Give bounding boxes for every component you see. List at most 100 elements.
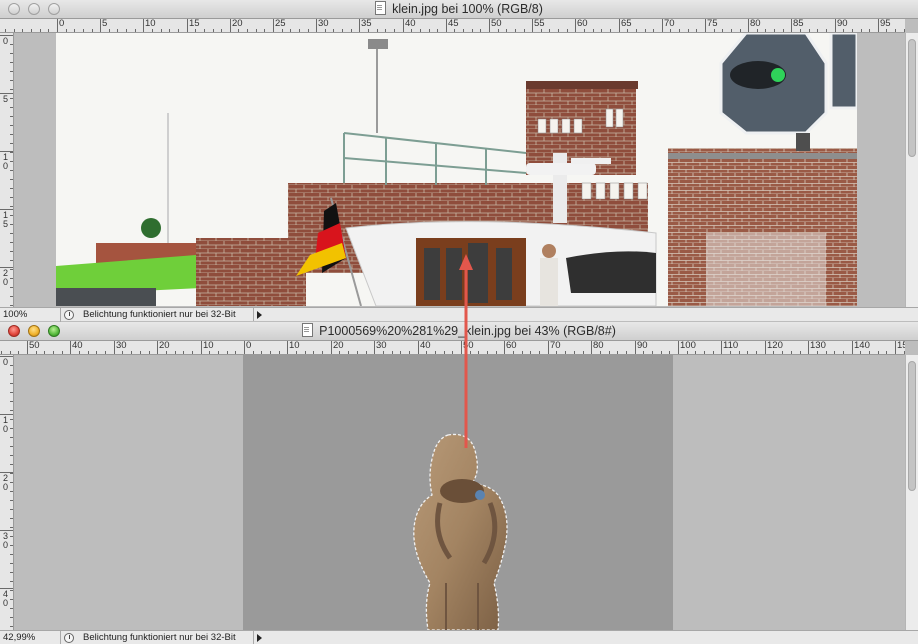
ruler-tick: [409, 351, 410, 354]
ruler-major-tick: [143, 19, 144, 32]
ruler-tick: [627, 29, 628, 32]
ruler-major-tick: [791, 19, 792, 32]
ruler-tick: [305, 351, 306, 354]
ruler-label: 60: [506, 341, 517, 351]
ruler-tick: [400, 351, 401, 354]
ruler-major-tick: [27, 341, 28, 354]
ruler-tick: [869, 351, 870, 354]
ruler-tick: [383, 351, 384, 354]
zoom-field[interactable]: 100%: [3, 308, 59, 321]
vertical-ruler[interactable]: 0 1 0 2 0 3 0 4 0: [0, 355, 14, 630]
ruler-tick: [10, 161, 13, 162]
ruler-tick: [782, 351, 783, 354]
ruler-tick: [800, 351, 801, 354]
ruler-tick: [696, 29, 697, 32]
ruler-tick: [296, 351, 297, 354]
ruler-label: 150: [897, 341, 905, 351]
clock-icon: [64, 633, 74, 643]
scroll-thumb[interactable]: [908, 361, 916, 491]
ruler-tick: [53, 351, 54, 354]
ruler-tick: [10, 581, 13, 582]
document-icon: [375, 1, 387, 15]
title-bar[interactable]: klein.jpg bei 100% (RGB/8): [0, 0, 918, 19]
ruler-tick: [435, 351, 436, 354]
ruler-tick: [10, 224, 13, 225]
ruler-tick: [496, 351, 497, 354]
ruler-tick: [826, 351, 827, 354]
ruler-major-tick: [230, 19, 231, 32]
horizontal-ruler[interactable]: 0 5 10 15 20 25 30 35 40 45 50 55 60 65 70 75 80 85 90 95: [0, 19, 905, 33]
ruler-tick: [515, 29, 516, 32]
ruler-tick: [472, 29, 473, 32]
ruler-tick: [48, 29, 49, 32]
play-arrow-icon[interactable]: [253, 308, 264, 321]
ruler-tick: [66, 29, 67, 32]
ruler-tick: [261, 351, 262, 354]
ruler-tick: [204, 29, 205, 32]
zoom-field[interactable]: 42,99%: [3, 631, 59, 644]
vertical-scrollbar[interactable]: [905, 355, 918, 630]
ruler-major-tick: [201, 341, 202, 354]
ruler-major-tick: [70, 341, 71, 354]
ruler-major-tick: [808, 341, 809, 354]
ruler-label: 80: [593, 341, 604, 351]
ruler-tick: [524, 29, 525, 32]
canvas-area[interactable]: [14, 33, 905, 307]
ruler-tick: [558, 29, 559, 32]
play-arrow-icon[interactable]: [253, 631, 264, 644]
ruler-tick: [351, 29, 352, 32]
ruler-tick: [368, 29, 369, 32]
title-bar[interactable]: P1000569%20%281%29_klein.jpg bei 43% (RG…: [0, 322, 918, 341]
ruler-tick: [44, 351, 45, 354]
window-title: P1000569%20%281%29_klein.jpg bei 43% (RG…: [0, 322, 918, 341]
ruler-tick: [426, 351, 427, 354]
vertical-scrollbar[interactable]: [905, 33, 918, 307]
ruler-tick: [10, 143, 13, 144]
ruler-tick: [166, 351, 167, 354]
ruler-label: 40: [405, 19, 416, 29]
ruler-tick: [643, 351, 644, 354]
ruler-tick: [10, 62, 13, 63]
canvas-area[interactable]: [14, 355, 905, 630]
ruler-major-tick: [662, 19, 663, 32]
ruler-label: 10: [289, 341, 300, 351]
ruler-major-tick: [100, 19, 101, 32]
ruler-tick: [756, 351, 757, 354]
ruler-tick: [10, 572, 13, 573]
ruler-tick: [904, 29, 905, 32]
ruler-tick: [253, 351, 254, 354]
ruler-tick: [10, 107, 13, 108]
ruler-tick: [714, 29, 715, 32]
ruler-label: 5: [2, 94, 8, 104]
ruler-label: 90: [637, 341, 648, 351]
ruler-tick: [530, 351, 531, 354]
ruler-tick: [444, 351, 445, 354]
ruler-tick: [308, 29, 309, 32]
ruler-tick: [366, 351, 367, 354]
ruler-major-tick: [374, 341, 375, 354]
ruler-label: 110: [723, 341, 739, 351]
ruler-major-tick: [619, 19, 620, 32]
ruler-tick: [209, 351, 210, 354]
ruler-label: 5: [102, 19, 108, 29]
ruler-tick: [549, 29, 550, 32]
ruler-tick: [10, 188, 13, 189]
ruler-tick: [333, 29, 334, 32]
ruler-tick: [10, 278, 13, 279]
ruler-tick: [437, 29, 438, 32]
scroll-thumb[interactable]: [908, 39, 916, 157]
ruler-tick: [10, 527, 13, 528]
ruler-tick: [429, 29, 430, 32]
vertical-ruler[interactable]: 0 5 1 0 1 5 2 0: [0, 33, 14, 307]
ruler-tick: [626, 351, 627, 354]
ruler-major-tick: [287, 341, 288, 354]
ruler-tick: [10, 242, 13, 243]
ruler-major-tick: [57, 19, 58, 32]
ruler-tick: [600, 351, 601, 354]
horizontal-ruler[interactable]: 50 40 30 20 10 0 10 20 30 40 50 60 70 80 90 100 110 120 13…: [0, 341, 905, 355]
ruler-tick: [10, 617, 13, 618]
ruler-label: 130: [810, 341, 826, 351]
ruler-major-tick: [765, 341, 766, 354]
ruler-major-tick: [187, 19, 188, 32]
ruler-label: 1 0: [2, 415, 8, 434]
